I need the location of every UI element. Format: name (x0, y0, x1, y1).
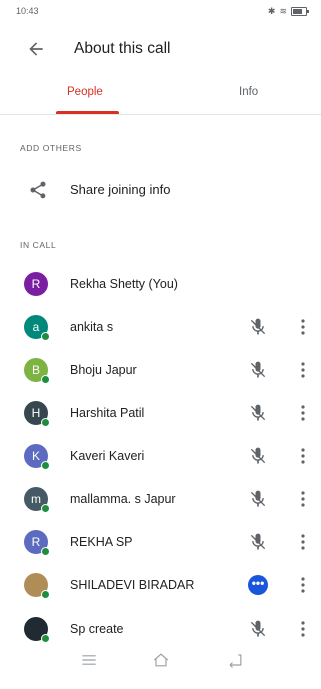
more-horiz-circle-icon: ••• (248, 575, 268, 595)
online-status-dot (41, 332, 50, 341)
avatar (24, 617, 50, 643)
participant-name: Bhoju Japur (70, 363, 137, 377)
avatar: R (24, 530, 50, 556)
avatar-initial: B (31, 363, 40, 377)
online-status-dot (41, 375, 50, 384)
mic-off-icon (250, 361, 266, 378)
status-time: 10:43 (16, 6, 39, 16)
mic-off-icon (250, 533, 266, 550)
more-vert-icon[interactable] (296, 490, 310, 508)
tab-active-indicator (56, 111, 119, 114)
home-icon[interactable] (150, 650, 172, 670)
more-vert-icon[interactable] (296, 361, 310, 379)
participant-name: SHILADEVI BIRADAR (70, 578, 195, 592)
more-vert-icon[interactable] (296, 404, 310, 422)
avatar (24, 573, 50, 599)
online-status-dot (41, 590, 50, 599)
share-joining-info-button[interactable]: Share joining info (0, 174, 321, 206)
menu-icon[interactable] (78, 650, 100, 670)
page-title: About this call (74, 40, 171, 57)
avatar: H (24, 401, 50, 427)
avatar-initial: H (31, 406, 41, 420)
avatar: m (24, 487, 50, 513)
participant-row[interactable]: a ankita s (0, 309, 321, 347)
signal-icon: ✱ (267, 6, 276, 16)
back-nav-icon[interactable] (224, 650, 246, 670)
participant-name: mallamma. s Japur (70, 492, 176, 506)
online-status-dot (41, 461, 50, 470)
mic-off-icon (250, 447, 266, 464)
avatar-initial: R (31, 535, 41, 549)
mic-off-icon (250, 490, 266, 507)
participant-name: Sp create (70, 622, 124, 636)
tab-bar: People Info (0, 78, 321, 115)
system-nav-bar (0, 640, 321, 680)
participant-row[interactable]: R Rekha Shetty (You) (0, 266, 321, 304)
section-add-others-label: ADD OTHERS (20, 143, 82, 153)
more-vert-icon[interactable] (296, 447, 310, 465)
online-status-dot (41, 504, 50, 513)
participant-name: Harshita Patil (70, 406, 145, 420)
avatar-initial: a (32, 320, 40, 334)
participant-name: REKHA SP (70, 535, 133, 549)
mic-off-icon (250, 318, 266, 335)
participant-row[interactable]: K Kaveri Kaveri (0, 438, 321, 476)
participant-name: Rekha Shetty (You) (70, 277, 178, 291)
battery-icon (291, 7, 309, 16)
online-status-dot (41, 547, 50, 556)
more-vert-icon[interactable] (296, 576, 310, 594)
avatar-initial: K (31, 449, 40, 463)
section-in-call-label: IN CALL (20, 240, 57, 250)
tab-people[interactable]: People (67, 86, 103, 98)
more-vert-icon[interactable] (296, 620, 310, 638)
avatar: K (24, 444, 50, 470)
arrow-back-icon[interactable] (26, 39, 46, 59)
participant-row[interactable]: H Harshita Patil (0, 395, 321, 433)
participant-row[interactable]: B Bhoju Japur (0, 352, 321, 390)
status-icons: ✱ ≋ (267, 6, 309, 17)
mic-off-icon (250, 404, 266, 421)
avatar-initial: R (31, 277, 41, 291)
avatar-initial: m (31, 492, 41, 506)
participant-row[interactable]: SHILADEVI BIRADAR ••• (0, 567, 321, 605)
wifi-icon: ≋ (279, 6, 287, 16)
avatar: a (24, 315, 50, 341)
participant-row[interactable]: R REKHA SP (0, 524, 321, 562)
share-icon (30, 181, 46, 199)
share-joining-info-label: Share joining info (70, 182, 171, 197)
avatar: B (24, 358, 50, 384)
participant-row[interactable]: m mallamma. s Japur (0, 481, 321, 519)
status-bar: 10:43 ✱ ≋ (0, 0, 321, 24)
avatar: R (24, 272, 48, 296)
participant-name: ankita s (70, 320, 114, 334)
participant-name: Kaveri Kaveri (70, 449, 145, 463)
more-vert-icon[interactable] (296, 533, 310, 551)
tab-info[interactable]: Info (239, 86, 258, 98)
mic-off-icon (250, 620, 266, 637)
app-bar: About this call (0, 26, 321, 72)
more-vert-icon[interactable] (296, 318, 310, 336)
online-status-dot (41, 418, 50, 427)
